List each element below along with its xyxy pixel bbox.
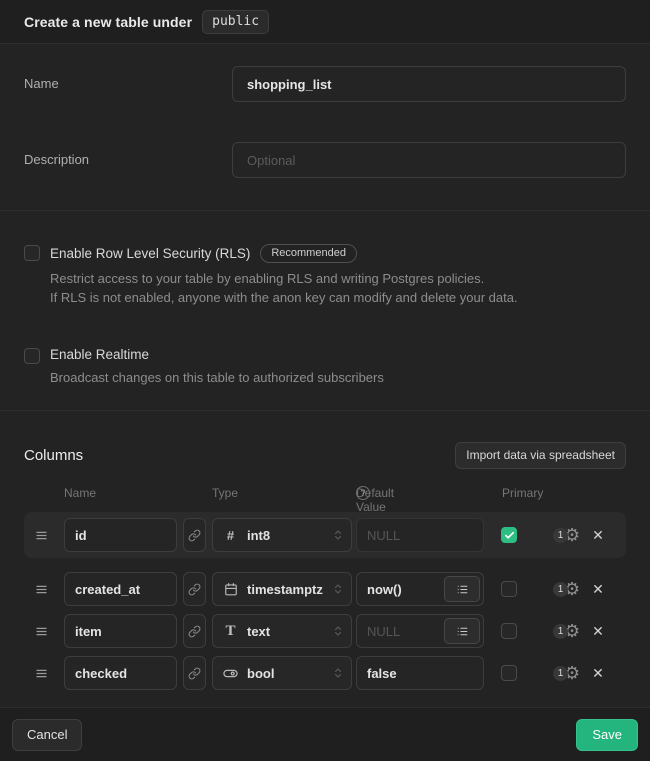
realtime-checkbox[interactable] xyxy=(24,348,40,364)
column-name-input[interactable] xyxy=(64,614,177,648)
chevron-updown-icon xyxy=(332,583,344,595)
table-info-section: Name Description xyxy=(0,44,650,210)
primary-checkbox[interactable] xyxy=(501,623,517,639)
name-label: Name xyxy=(24,66,232,91)
columns-section: Columns Import data via spreadsheet Name… xyxy=(0,411,650,707)
text-icon: T xyxy=(223,623,238,640)
column-type-value: text xyxy=(247,624,323,639)
column-settings-button[interactable]: 1 ⚙ xyxy=(553,664,580,682)
column-name-input[interactable] xyxy=(64,656,177,690)
toggle-icon xyxy=(223,666,238,681)
chevron-updown-icon xyxy=(332,667,344,679)
column-settings-button[interactable]: 1 ⚙ xyxy=(553,622,580,640)
drag-handle-icon[interactable] xyxy=(34,624,50,639)
primary-checkbox[interactable] xyxy=(501,581,517,597)
columns-title: Columns xyxy=(24,447,83,464)
chevron-updown-icon xyxy=(332,625,344,637)
realtime-description: Broadcast changes on this table to autho… xyxy=(50,368,626,387)
description-label: Description xyxy=(24,142,232,167)
rls-description: Restrict access to your table by enablin… xyxy=(50,269,626,307)
hash-icon: # xyxy=(223,528,238,543)
help-icon[interactable]: ? xyxy=(356,486,370,500)
column-row-created-at: timestamptz 1 ⚙ ✕ xyxy=(24,572,626,606)
header-type: Type xyxy=(212,486,238,500)
foreign-key-link-icon[interactable] xyxy=(183,614,206,648)
remove-column-button[interactable]: ✕ xyxy=(590,621,606,642)
save-button[interactable]: Save xyxy=(576,719,638,751)
settings-count-badge: 1 xyxy=(553,624,568,639)
rls-checkbox[interactable] xyxy=(24,245,40,261)
settings-count-badge: 1 xyxy=(553,528,568,543)
drag-handle-icon[interactable] xyxy=(34,582,50,597)
column-default-input[interactable] xyxy=(356,656,484,690)
column-type-select[interactable]: T text xyxy=(212,614,352,648)
recommended-badge: Recommended xyxy=(260,244,357,263)
table-name-input[interactable] xyxy=(232,66,626,102)
column-settings-button[interactable]: 1 ⚙ xyxy=(553,580,580,598)
foreign-key-link-icon[interactable] xyxy=(183,518,206,552)
schema-badge: public xyxy=(202,10,269,34)
column-settings-button[interactable]: 1 ⚙ xyxy=(553,526,580,544)
cancel-button[interactable]: Cancel xyxy=(12,719,82,751)
column-type-select[interactable]: timestamptz xyxy=(212,572,352,606)
column-default-input[interactable] xyxy=(356,518,484,552)
rls-label: Enable Row Level Security (RLS) xyxy=(50,246,250,261)
table-description-input[interactable] xyxy=(232,142,626,178)
column-name-input[interactable] xyxy=(64,518,177,552)
foreign-key-link-icon[interactable] xyxy=(183,656,206,690)
header-name: Name xyxy=(64,486,96,500)
column-type-select[interactable]: # int8 xyxy=(212,518,352,552)
settings-count-badge: 1 xyxy=(553,582,568,597)
realtime-label: Enable Realtime xyxy=(50,347,149,362)
realtime-option: Enable Realtime Broadcast changes on thi… xyxy=(24,347,626,387)
remove-column-button[interactable]: ✕ xyxy=(590,525,606,546)
import-spreadsheet-button[interactable]: Import data via spreadsheet xyxy=(455,442,626,469)
drag-handle-icon[interactable] xyxy=(34,528,50,543)
create-table-panel: Create a new table under public Name Des… xyxy=(0,0,650,761)
chevron-updown-icon xyxy=(332,529,344,541)
column-row-item: T text 1 ⚙ xyxy=(24,614,626,648)
column-type-value: int8 xyxy=(247,528,323,543)
column-type-value: timestamptz xyxy=(247,582,323,597)
primary-checkbox[interactable] xyxy=(501,665,517,681)
column-row-checked: bool 1 ⚙ ✕ xyxy=(24,656,626,690)
panel-header: Create a new table under public xyxy=(0,0,650,44)
header-primary: Primary xyxy=(502,486,543,500)
drag-handle-icon[interactable] xyxy=(34,666,50,681)
column-type-value: bool xyxy=(247,666,323,681)
remove-column-button[interactable]: ✕ xyxy=(590,663,606,684)
rls-option: Enable Row Level Security (RLS) Recommen… xyxy=(24,244,626,307)
settings-count-badge: 1 xyxy=(553,666,568,681)
columns-table-headers: Name Type Default Value ? Primary xyxy=(24,486,626,500)
foreign-key-link-icon[interactable] xyxy=(183,572,206,606)
panel-footer: Cancel Save xyxy=(0,707,650,761)
primary-checkbox[interactable] xyxy=(501,527,517,543)
column-type-select[interactable]: bool xyxy=(212,656,352,690)
panel-title: Create a new table under xyxy=(24,14,192,30)
default-value-menu-button[interactable] xyxy=(444,576,480,602)
column-row-id: # int8 1 xyxy=(24,512,626,558)
remove-column-button[interactable]: ✕ xyxy=(590,579,606,600)
column-name-input[interactable] xyxy=(64,572,177,606)
default-value-menu-button[interactable] xyxy=(444,618,480,644)
table-options-section: Enable Row Level Security (RLS) Recommen… xyxy=(0,211,650,410)
calendar-icon xyxy=(223,582,238,596)
